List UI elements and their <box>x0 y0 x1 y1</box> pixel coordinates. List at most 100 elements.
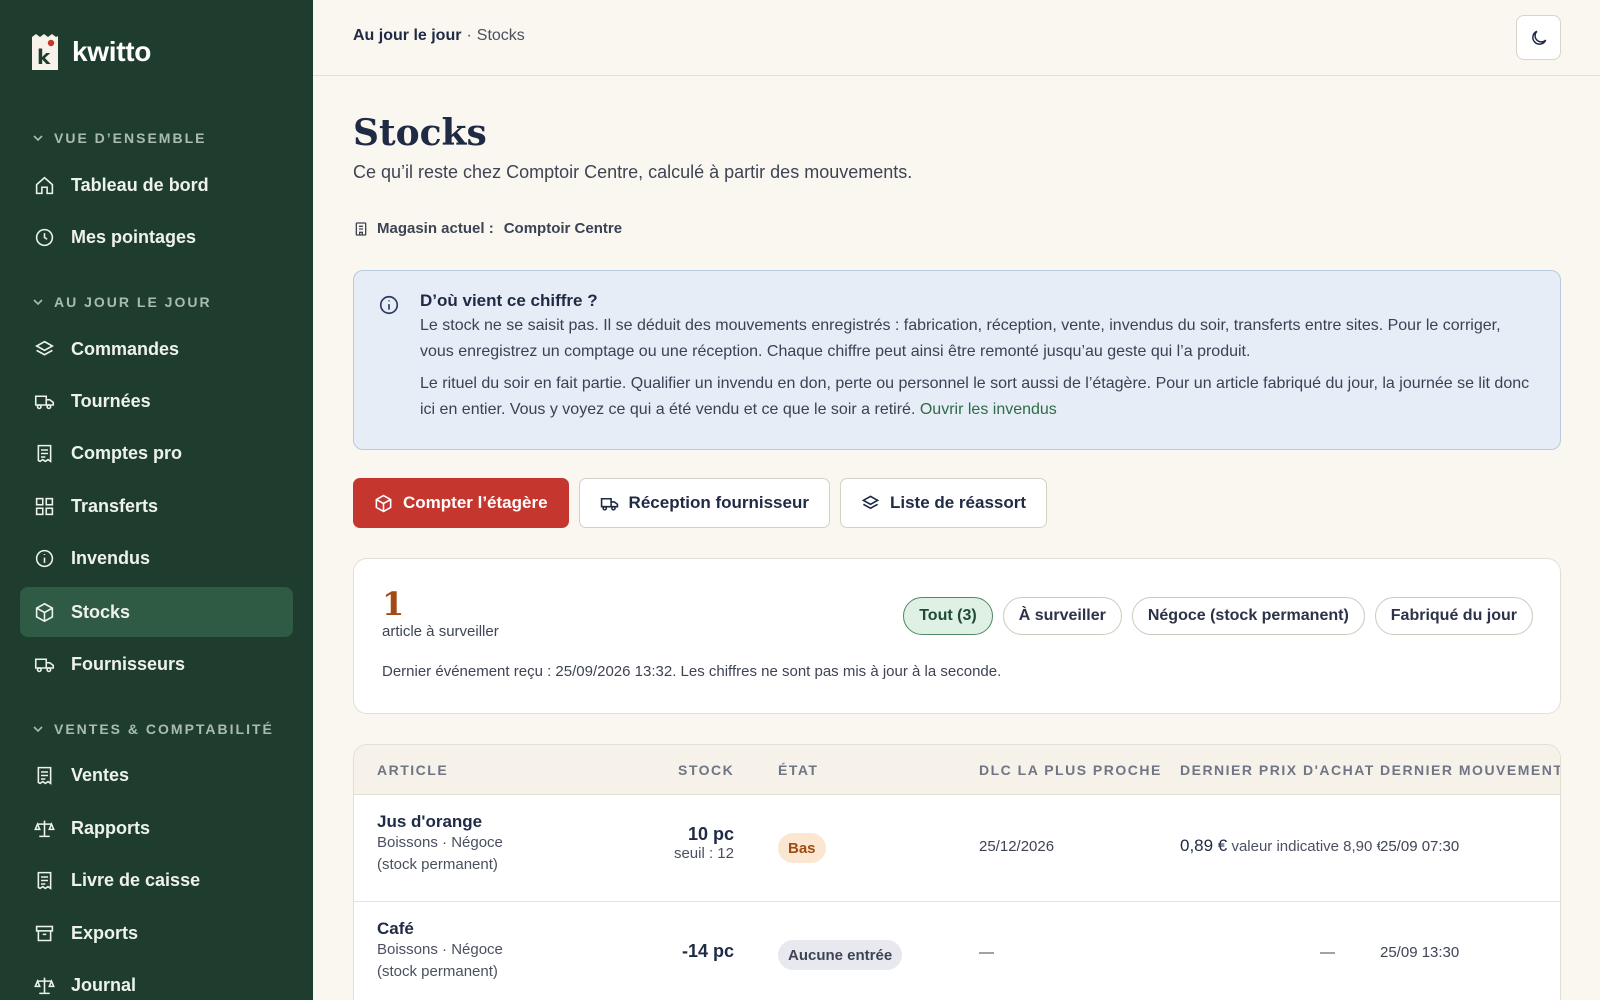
article-category: Boissons · Négoce <box>377 834 503 851</box>
sidebar-item-comptes-pro[interactable]: Comptes pro <box>20 428 293 478</box>
truck-icon <box>600 497 618 511</box>
col-last-movement[interactable]: DERNIER MOUVEMENT <box>1380 762 1560 778</box>
grid-icon <box>35 497 54 515</box>
box-icon <box>375 494 392 512</box>
current-store: Magasin actuel : Comptoir Centre <box>353 220 622 237</box>
topbar: Au jour le jour · Stocks <box>313 0 1600 76</box>
sidebar-item-exports[interactable]: Exports <box>20 908 293 958</box>
action-bar: Compter l’étagère Réception fournisseur … <box>353 478 1048 528</box>
table-row[interactable]: Café Boissons · Négoce (stock permanent)… <box>354 903 1560 1000</box>
col-state[interactable]: ÉTAT <box>778 762 818 778</box>
breadcrumb: Au jour le jour · Stocks <box>353 27 525 45</box>
sidebar-item-livre-de-caisse[interactable]: Livre de caisse <box>20 855 293 905</box>
scale-icon <box>34 977 55 994</box>
kwitto-logo-icon: k <box>32 34 58 70</box>
filter-watch[interactable]: À surveiller <box>1002 597 1122 635</box>
status-badge: Bas <box>778 833 826 863</box>
truck-icon <box>34 394 55 409</box>
receipt-icon <box>37 871 52 890</box>
info-paragraph-1: Le stock ne se saisit pas. Il se déduit … <box>420 317 1501 360</box>
truck-icon <box>34 657 55 672</box>
breadcrumb-current: Stocks <box>476 27 525 44</box>
article-name[interactable]: Jus d'orange <box>377 812 503 832</box>
info-paragraph-2: Le rituel du soir en fait partie. Qualif… <box>420 375 1530 418</box>
last-price: 0,89 € <box>1180 836 1228 855</box>
layers-icon <box>861 494 880 509</box>
watch-count: 1 <box>382 585 405 623</box>
nav-section-overview[interactable]: VUE D’ENSEMBLE <box>32 130 206 146</box>
chevron-down-icon <box>33 299 43 306</box>
store-label: Magasin actuel : <box>377 220 494 237</box>
filter-trading[interactable]: Négoce (stock permanent) <box>1131 597 1365 635</box>
last-event-note: Dernier événement reçu : 25/09/2026 13:3… <box>382 663 1002 680</box>
sidebar-item-rapports[interactable]: Rapports <box>20 803 293 853</box>
dlc-date: — <box>979 944 994 961</box>
article-category-detail: (stock permanent) <box>377 856 498 873</box>
last-price: — <box>1320 944 1335 961</box>
table-header: ARTICLE STOCK ÉTAT DLC LA PLUS PROCHE DE… <box>354 745 1560 795</box>
article-name[interactable]: Café <box>377 919 503 939</box>
archive-icon <box>35 925 54 941</box>
sidebar-item-mes-pointages[interactable]: Mes pointages <box>20 212 293 262</box>
page-title: Stocks <box>353 112 487 154</box>
sidebar-item-journal[interactable]: Journal <box>20 960 293 1000</box>
receipt-icon <box>37 444 52 463</box>
stock-table: ARTICLE STOCK ÉTAT DLC LA PLUS PROCHE DE… <box>353 744 1561 1000</box>
article-category-detail: (stock permanent) <box>377 963 498 980</box>
theme-toggle-button[interactable] <box>1516 15 1561 60</box>
chevron-down-icon <box>33 135 43 142</box>
open-invendus-link[interactable]: Ouvrir les invendus <box>920 401 1057 418</box>
last-movement: 25/09 13:30 <box>1380 944 1460 961</box>
breadcrumb-separator: · <box>466 27 472 44</box>
col-article[interactable]: ARTICLE <box>377 762 448 778</box>
nav-section-daily[interactable]: AU JOUR LE JOUR <box>32 294 212 310</box>
col-stock[interactable]: STOCK <box>678 762 734 778</box>
receipt-icon <box>37 766 52 785</box>
stock-summary-card: 1 article à surveiller Dernier événement… <box>353 558 1561 714</box>
count-shelf-button[interactable]: Compter l’étagère <box>353 478 569 528</box>
stock-quantity: 10 pc <box>687 824 734 844</box>
watch-count-label: article à surveiller <box>382 623 499 640</box>
scale-icon <box>34 820 55 837</box>
info-icon <box>379 295 399 315</box>
sidebar-item-tournees[interactable]: Tournées <box>20 376 293 426</box>
store-value[interactable]: Comptoir Centre <box>504 220 622 237</box>
table-row[interactable]: Jus d'orange Boissons · Négoce (stock pe… <box>354 796 1560 902</box>
indicative-value: valeur indicative 8,90 € <box>1231 838 1380 855</box>
sidebar-item-stocks[interactable]: Stocks <box>20 587 293 637</box>
col-dlc[interactable]: DLC LA PLUS PROCHE <box>979 762 1162 778</box>
sidebar: k kwitto VUE D’ENSEMBLE Tableau de bord … <box>0 0 313 1000</box>
layers-icon <box>35 340 54 356</box>
chevron-down-icon <box>33 726 43 733</box>
breadcrumb-parent[interactable]: Au jour le jour <box>353 27 461 45</box>
stock-quantity: -14 pc <box>681 941 734 961</box>
last-movement: 25/09 07:30 <box>1380 838 1460 855</box>
home-icon <box>35 176 54 194</box>
clock-icon <box>35 228 54 246</box>
page-subtitle: Ce qu’il reste chez Comptoir Centre, cal… <box>353 162 913 182</box>
svg-text:k: k <box>37 45 51 69</box>
filter-made-today[interactable]: Fabriqué du jour <box>1374 597 1533 635</box>
sidebar-item-commandes[interactable]: Commandes <box>20 324 293 374</box>
filter-chips: Tout (3) À surveiller Négoce (stock perm… <box>903 597 1533 635</box>
info-callout: D’où vient ce chiffre ? Le stock ne se s… <box>353 270 1561 450</box>
info-title: D’où vient ce chiffre ? <box>420 291 598 310</box>
supplier-reception-button[interactable]: Réception fournisseur <box>578 478 830 528</box>
brand[interactable]: k kwitto <box>30 33 151 71</box>
status-badge: Aucune entrée <box>778 940 903 970</box>
store-icon <box>355 221 367 236</box>
sidebar-item-invendus[interactable]: Invendus <box>20 533 293 583</box>
moon-icon <box>1531 30 1546 45</box>
sidebar-item-fournisseurs[interactable]: Fournisseurs <box>20 639 293 689</box>
sidebar-item-transferts[interactable]: Transferts <box>20 481 293 531</box>
sidebar-item-tableau-de-bord[interactable]: Tableau de bord <box>20 160 293 210</box>
sidebar-item-ventes[interactable]: Ventes <box>20 750 293 800</box>
nav-section-sales[interactable]: VENTES & COMPTABILITÉ <box>32 721 274 737</box>
filter-all[interactable]: Tout (3) <box>903 597 993 635</box>
dlc-date: 25/12/2026 <box>979 838 1055 855</box>
col-last-price[interactable]: DERNIER PRIX D'ACHAT <box>1180 762 1375 778</box>
box-icon <box>35 602 54 622</box>
article-category: Boissons · Négoce <box>377 941 503 958</box>
info-icon <box>35 549 54 567</box>
restock-list-button[interactable]: Liste de réassort <box>839 478 1048 528</box>
